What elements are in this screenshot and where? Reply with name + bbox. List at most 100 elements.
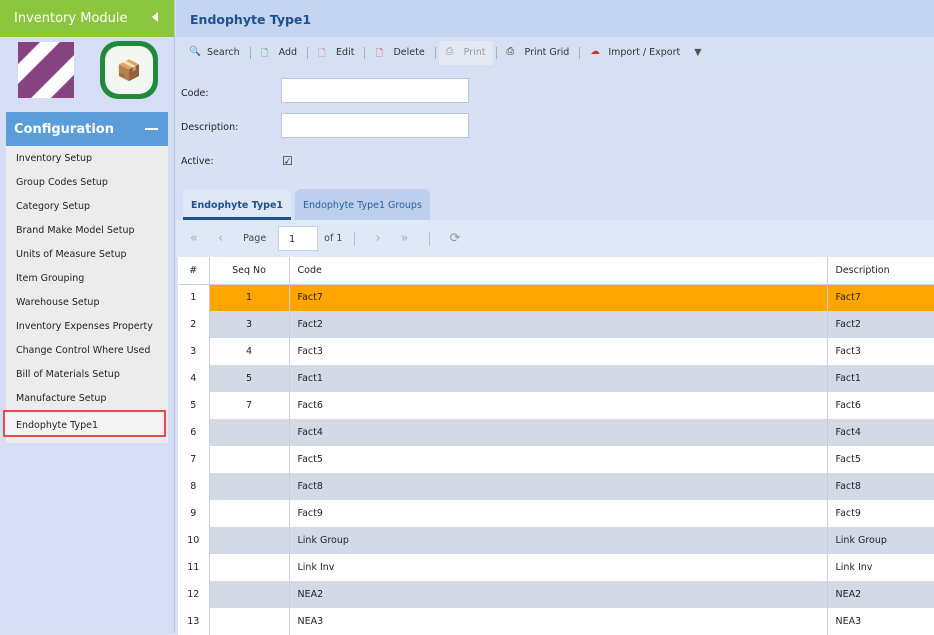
table-row[interactable]: 7 Fact5 Fact5: [178, 446, 934, 473]
dropdown-arrow-icon[interactable]: ▼: [694, 47, 701, 58]
table-row[interactable]: 3 4 Fact3 Fact3: [178, 338, 934, 365]
module-title: Inventory Module: [14, 11, 128, 26]
seq-no-cell: 3: [209, 311, 290, 338]
configuration-list: Inventory Setup Group Codes Setup Category…: [3, 146, 168, 443]
description-cell: Fact9: [827, 500, 934, 527]
tab-endophyte-type1[interactable]: Endophyte Type1: [183, 189, 292, 220]
sidebar-item[interactable]: Units of Measure Setup: [6, 242, 168, 266]
seq-no-cell: [209, 581, 290, 608]
description-cell: Fact3: [827, 338, 934, 365]
sidebar-item[interactable]: Category Setup: [6, 194, 168, 218]
table-row[interactable]: 12 NEA2 NEA2: [178, 581, 934, 608]
import-export-button[interactable]: ☁ Import / Export ▼: [583, 41, 708, 65]
code-cell: NEA2: [289, 581, 828, 608]
table-row[interactable]: 6 Fact4 Fact4: [178, 419, 934, 446]
print-button[interactable]: ⎙ Print: [438, 40, 493, 65]
row-index: 11: [178, 554, 210, 581]
collapse-minus-icon[interactable]: [145, 128, 158, 130]
prev-page-icon[interactable]: ‹: [218, 231, 223, 246]
table-row[interactable]: 11 Link Inv Link Inv: [178, 554, 934, 581]
description-input[interactable]: [281, 113, 469, 138]
print-label: Print: [463, 47, 486, 58]
table-row[interactable]: 13 NEA3 NEA3: [178, 608, 934, 635]
col-header-description[interactable]: Description: [827, 257, 934, 285]
sidebar-item[interactable]: Item Grouping: [6, 266, 168, 290]
seq-no-cell: [209, 608, 290, 635]
row-index: 6: [178, 419, 210, 446]
pager: « ‹ Page 1 of 1 › » ⟳: [176, 220, 934, 257]
sidebar-item[interactable]: Warehouse Setup: [6, 290, 168, 314]
sidebar-item[interactable]: Inventory Setup: [6, 146, 168, 170]
data-grid: # Seq No Code Description 1 1 Fact7 Fact7 2 3…: [178, 257, 934, 635]
col-header-code[interactable]: Code: [289, 257, 828, 285]
description-cell: Fact5: [827, 446, 934, 473]
search-label: Search: [207, 47, 240, 58]
sidebar-item[interactable]: Change Control Where Used: [6, 338, 168, 362]
sidebar-item[interactable]: Inventory Expenses Property: [6, 314, 168, 338]
col-header-seq[interactable]: Seq No: [209, 257, 290, 285]
import-export-label: Import / Export: [608, 47, 681, 58]
company-logo: [18, 42, 74, 98]
add-document-icon: 🗋: [260, 48, 269, 59]
refresh-icon[interactable]: ⟳: [450, 231, 461, 246]
seq-no-cell: [209, 554, 290, 581]
configuration-header[interactable]: Configuration: [6, 112, 168, 146]
row-index: 3: [178, 338, 210, 365]
edit-button[interactable]: 🗋 Edit: [311, 41, 361, 65]
edit-document-icon: 🗋: [318, 48, 326, 59]
row-index: 4: [178, 365, 210, 392]
page-label: Page: [243, 233, 267, 244]
printer-icon: ⎙: [506, 46, 515, 57]
next-page-icon[interactable]: ›: [375, 231, 380, 246]
tab-endophyte-type1-groups[interactable]: Endophyte Type1 Groups: [295, 189, 430, 220]
table-row[interactable]: 8 Fact8 Fact8: [178, 473, 934, 500]
page-count: of 1: [324, 233, 343, 244]
active-checkbox[interactable]: ☑: [282, 154, 293, 168]
delete-button[interactable]: 🗋 Delete: [368, 41, 431, 65]
code-input[interactable]: [281, 78, 469, 103]
print-grid-label: Print Grid: [524, 47, 570, 58]
description-cell: NEA3: [827, 608, 934, 635]
sidebar-item[interactable]: Brand Make Model Setup: [6, 218, 168, 242]
seq-no-cell: 4: [209, 338, 290, 365]
code-cell: Link Group: [289, 527, 828, 554]
seq-no-cell: 7: [209, 392, 290, 419]
seq-no-cell: 5: [209, 365, 290, 392]
table-row[interactable]: 2 3 Fact2 Fact2: [178, 311, 934, 338]
add-button[interactable]: 🗋 Add: [254, 41, 304, 65]
search-button[interactable]: 🔍 Search: [182, 41, 247, 65]
table-row[interactable]: 9 Fact9 Fact9: [178, 500, 934, 527]
collapse-arrow-icon[interactable]: [152, 12, 158, 22]
sidebar-item[interactable]: Endophyte Type1: [3, 410, 166, 437]
filter-form: Code: Description: Active: ☑: [176, 68, 934, 188]
row-index: 9: [178, 500, 210, 527]
col-header-index[interactable]: #: [178, 257, 210, 285]
code-cell: Link Inv: [289, 554, 828, 581]
sidebar-item[interactable]: Group Codes Setup: [6, 170, 168, 194]
code-cell: Fact2: [289, 311, 828, 338]
cloud-transfer-icon: ☁: [590, 46, 600, 57]
table-row[interactable]: 4 5 Fact1 Fact1: [178, 365, 934, 392]
print-grid-button[interactable]: ⎙ Print Grid: [500, 41, 577, 65]
table-row[interactable]: 1 1 Fact7 Fact7: [178, 284, 934, 311]
table-row[interactable]: 10 Link Group Link Group: [178, 527, 934, 554]
module-header[interactable]: Inventory Module: [0, 0, 174, 37]
row-index: 5: [178, 392, 210, 419]
description-label: Description:: [181, 122, 239, 133]
seq-no-cell: [209, 527, 290, 554]
first-page-icon[interactable]: «: [190, 231, 198, 246]
description-cell: NEA2: [827, 581, 934, 608]
sidebar-item[interactable]: Bill of Materials Setup: [6, 362, 168, 386]
add-label: Add: [278, 47, 298, 58]
row-index: 1: [178, 284, 210, 311]
description-cell: Fact1: [827, 365, 934, 392]
active-label: Active:: [181, 156, 214, 167]
sidebar: Inventory Module 📦 Configuration Invento…: [0, 0, 175, 633]
search-icon: 🔍: [189, 46, 201, 57]
description-cell: Fact2: [827, 311, 934, 338]
last-page-icon[interactable]: »: [401, 231, 409, 246]
page-input[interactable]: 1: [278, 226, 319, 251]
sidebar-item[interactable]: Manufacture Setup: [6, 386, 168, 410]
seq-no-cell: 1: [209, 284, 290, 311]
table-row[interactable]: 5 7 Fact6 Fact6: [178, 392, 934, 419]
